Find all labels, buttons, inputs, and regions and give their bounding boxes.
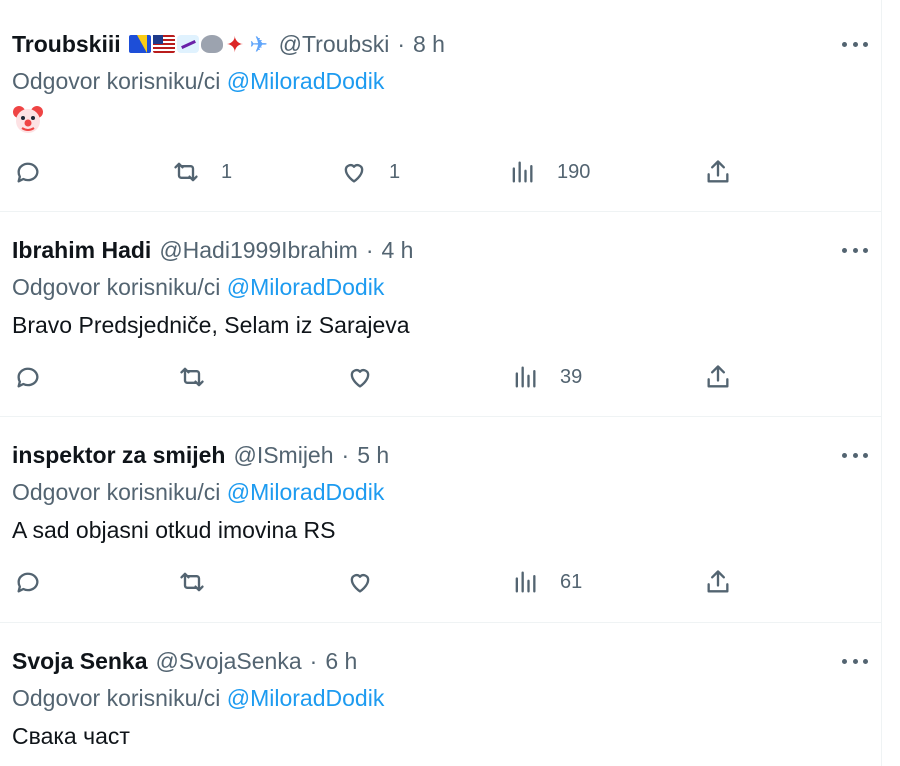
- retweet-button[interactable]: 1: [172, 158, 232, 186]
- wolf-icon: [200, 35, 223, 53]
- reply-icon: [17, 162, 39, 183]
- author-name[interactable]: inspektor za smijeh: [12, 441, 225, 469]
- reply-to-link[interactable]: @MiloradDodik: [227, 68, 385, 94]
- views-button[interactable]: 61: [511, 568, 582, 596]
- retweet-icon: [180, 572, 204, 592]
- like-button[interactable]: [346, 363, 374, 391]
- author-handle[interactable]: @ISmijeh: [233, 441, 333, 469]
- tweet-text: A sad objasni otkud imovina RS: [12, 517, 336, 543]
- reply-button[interactable]: [14, 158, 42, 186]
- more-options-icon[interactable]: [842, 245, 868, 255]
- flag-bosnia-icon: [128, 35, 151, 53]
- retweet-icon: [180, 367, 204, 387]
- reply-to-link[interactable]: @MiloradDodik: [227, 274, 385, 300]
- more-options-icon[interactable]: [842, 39, 868, 49]
- tweet-text: Bravo Predsjedniče, Selam iz Sarajeva: [12, 312, 410, 338]
- tweet[interactable]: inspektor za smijeh @ISmijeh · 5 h Odgov…: [0, 417, 882, 623]
- reply-prefix: Odgovor korisniku/ci: [12, 685, 221, 711]
- tweet-header: Svoja Senka @SvojaSenka · 6 h: [12, 647, 357, 675]
- reply-to-link[interactable]: @MiloradDodik: [227, 685, 385, 711]
- tweet-time[interactable]: 6 h: [325, 647, 357, 675]
- author-handle[interactable]: @Troubski: [279, 30, 390, 58]
- tweet[interactable]: Ibrahim Hadi @Hadi1999Ibrahim · 4 h Odgo…: [0, 212, 882, 417]
- reply-context: Odgovor korisniku/ci @MiloradDodik: [12, 684, 384, 712]
- reply-icon: [17, 367, 39, 388]
- reply-prefix: Odgovor korisniku/ci: [12, 479, 221, 505]
- share-button[interactable]: [704, 158, 732, 186]
- reply-context: Odgovor korisniku/ci @MiloradDodik: [12, 273, 384, 301]
- like-count: 1: [389, 160, 401, 183]
- reply-context: Odgovor korisniku/ci @MiloradDodik: [12, 67, 384, 95]
- meta-separator: ·: [341, 442, 350, 468]
- feed-divider: [881, 0, 882, 766]
- author-name[interactable]: Ibrahim Hadi: [12, 236, 151, 264]
- meta-separator: ·: [365, 237, 374, 263]
- tweet[interactable]: Svoja Senka @SvojaSenka · 6 h Odgovor ko…: [0, 623, 882, 766]
- tweet-header: inspektor za smijeh @ISmijeh · 5 h: [12, 441, 389, 469]
- share-button[interactable]: [704, 363, 732, 391]
- like-button[interactable]: 1: [340, 158, 400, 186]
- meta-separator: ·: [397, 31, 405, 57]
- share-button[interactable]: [704, 568, 732, 596]
- tweet-time[interactable]: 4 h: [382, 236, 414, 264]
- retweet-icon: [174, 162, 198, 182]
- reply-button[interactable]: [14, 363, 42, 391]
- reply-prefix: Odgovor korisniku/ci: [12, 68, 221, 94]
- meta-separator: ·: [309, 648, 318, 674]
- action-bar: 61: [0, 568, 882, 604]
- clown-face-icon: [13, 106, 43, 133]
- tweet-header: Ibrahim Hadi @Hadi1999Ibrahim · 4 h: [12, 236, 413, 264]
- heart-icon: [344, 164, 364, 183]
- heart-icon: [350, 369, 370, 388]
- tweet-time[interactable]: 5 h: [357, 441, 389, 469]
- share-icon: [707, 365, 729, 388]
- tweet-text: Свака част: [12, 723, 130, 749]
- reply-feed: Troubskiii @Troubski · 8 h Odgovor koris…: [0, 0, 882, 766]
- author-handle[interactable]: @Hadi1999Ibrahim: [159, 236, 358, 264]
- view-count: 39: [560, 365, 583, 388]
- views-button[interactable]: 190: [508, 158, 590, 186]
- author-name[interactable]: Troubskiii: [12, 30, 121, 58]
- tweet[interactable]: Troubskiii @Troubski · 8 h Odgovor koris…: [0, 0, 882, 212]
- retweet-count: 1: [221, 160, 233, 183]
- name-emojis: [128, 31, 271, 59]
- airplane-icon: [249, 31, 271, 59]
- views-button[interactable]: 39: [511, 363, 582, 391]
- action-bar: 39: [0, 363, 882, 399]
- share-icon: [707, 160, 729, 183]
- snowboarder-icon: [176, 35, 199, 53]
- views-icon: [515, 571, 536, 593]
- reply-prefix: Odgovor korisniku/ci: [12, 274, 221, 300]
- reply-to-link[interactable]: @MiloradDodik: [227, 479, 385, 505]
- like-button[interactable]: [346, 568, 374, 596]
- flag-usa-icon: [152, 35, 175, 53]
- view-count: 190: [557, 160, 591, 183]
- view-count: 61: [560, 570, 583, 593]
- views-icon: [515, 366, 536, 388]
- author-handle[interactable]: @SvojaSenka: [156, 647, 302, 675]
- views-icon: [512, 161, 533, 183]
- share-icon: [707, 570, 729, 593]
- heart-icon: [350, 574, 370, 593]
- retweet-button[interactable]: [178, 363, 206, 391]
- tweet-header: Troubskiii @Troubski · 8 h: [12, 30, 445, 59]
- more-options-icon[interactable]: [842, 450, 868, 460]
- reply-icon: [17, 572, 39, 593]
- action-bar: 1 1 190: [0, 158, 882, 194]
- more-options-icon[interactable]: [842, 656, 868, 666]
- author-name[interactable]: Svoja Senka: [12, 647, 148, 675]
- tweet-time[interactable]: 8 h: [413, 30, 445, 58]
- reply-context: Odgovor korisniku/ci @MiloradDodik: [12, 478, 384, 506]
- retweet-button[interactable]: [178, 568, 206, 596]
- maple-leaf-icon: [225, 31, 247, 59]
- reply-button[interactable]: [14, 568, 42, 596]
